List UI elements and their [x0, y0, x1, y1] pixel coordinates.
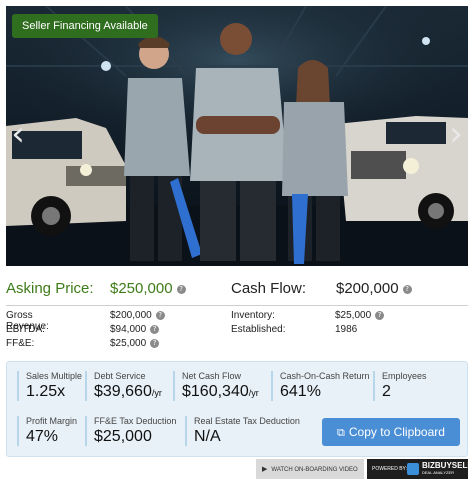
real-estate-tax-label: Real Estate Tax Deduction	[194, 416, 300, 426]
price-summary: Asking Price: $250,000? Cash Flow: $200,…	[6, 272, 468, 306]
ffe-value: $25,000?	[110, 338, 160, 349]
established-label: Established:	[231, 324, 286, 335]
real-estate-tax-value: N/A	[194, 428, 221, 445]
copy-to-clipboard-button[interactable]: ⧉ Copy to Clipboard	[322, 418, 460, 446]
help-icon[interactable]: ?	[150, 324, 160, 334]
debt-service-value: $39,660/yr	[94, 383, 162, 401]
sales-multiple-metric: Sales Multiple 1.25x	[17, 371, 82, 401]
employees-label: Employees	[382, 371, 427, 381]
cash-on-cash-label: Cash-On-Cash Return	[280, 371, 370, 381]
real-estate-tax-metric: Real Estate Tax Deduction N/A	[185, 416, 300, 446]
play-icon: ▶	[262, 465, 268, 473]
video-label: WATCH ON-BOARDING VIDEO	[271, 467, 358, 473]
inventory-label: Inventory:	[231, 310, 275, 321]
debt-service-amount: $39,660	[94, 383, 152, 400]
debt-service-metric: Debt Service $39,660/yr	[85, 371, 162, 401]
employees-value: 2	[382, 383, 391, 400]
powered-label: POWERED BY:	[372, 466, 408, 472]
asking-price-label: Asking Price:	[6, 280, 94, 297]
brand-name: BIZBUYSELL	[422, 461, 473, 470]
profit-margin-label: Profit Margin	[26, 416, 78, 426]
ebitda-label: EBITDA:	[6, 324, 45, 335]
sales-multiple-label: Sales Multiple	[26, 371, 83, 381]
chevron-right-icon[interactable]: ›	[448, 114, 464, 154]
brand-subtitle: DEAL ANALYZER	[422, 470, 455, 475]
ffe-tax-label: FF&E Tax Deduction	[94, 416, 177, 426]
ffe-amount: $25,000	[110, 338, 147, 349]
seller-financing-badge: Seller Financing Available	[12, 14, 158, 38]
cash-flow-label: Cash Flow:	[231, 280, 307, 297]
gross-revenue-value: $200,000?	[110, 310, 165, 321]
garage-photo	[6, 6, 468, 266]
ebitda-amount: $94,000	[110, 324, 147, 335]
debt-service-label: Debt Service	[94, 371, 146, 381]
ffe-label: FF&E:	[6, 338, 35, 349]
cash-on-cash-metric: Cash-On-Cash Return 641%	[271, 371, 370, 401]
deal-metrics-panel: Sales Multiple 1.25x Debt Service $39,66…	[6, 361, 468, 457]
inventory-value: $25,000?	[335, 310, 385, 321]
bizbuysell-logo-icon	[407, 463, 419, 475]
net-cash-flow-amount: $160,340	[182, 383, 249, 400]
cash-flow-amount: $200,000	[336, 280, 399, 297]
powered-by-badge[interactable]: POWERED BY: BIZBUYSELL DEAL ANALYZER	[367, 459, 472, 479]
sales-multiple-value: 1.25x	[26, 383, 66, 400]
gross-revenue-amount: $200,000	[110, 310, 152, 321]
watch-video-button[interactable]: ▶ WATCH ON-BOARDING VIDEO	[256, 459, 364, 479]
net-cash-flow-unit: /yr	[248, 388, 259, 398]
net-cash-flow-value: $160,340/yr	[182, 383, 259, 401]
help-icon[interactable]: ?	[150, 338, 160, 348]
help-icon[interactable]: ?	[375, 310, 385, 320]
asking-price-amount: $250,000	[110, 280, 173, 297]
employees-metric: Employees 2	[373, 371, 427, 401]
net-cash-flow-metric: Net Cash Flow $160,340/yr	[173, 371, 259, 401]
ffe-tax-metric: FF&E Tax Deduction $25,000	[85, 416, 176, 446]
inventory-amount: $25,000	[335, 310, 372, 321]
debt-service-unit: /yr	[151, 388, 162, 398]
ebitda-value: $94,000?	[110, 324, 160, 335]
help-icon[interactable]: ?	[402, 284, 412, 294]
copy-button-label: Copy to Clipboard	[348, 425, 445, 439]
help-icon[interactable]: ?	[155, 310, 165, 320]
listing-photo[interactable]: Seller Financing Available ‹ ›	[6, 6, 468, 266]
ffe-tax-value: $25,000	[94, 428, 152, 445]
net-cash-flow-label: Net Cash Flow	[182, 371, 242, 381]
asking-price-value: $250,000?	[110, 280, 186, 297]
profit-margin-metric: Profit Margin 47%	[17, 416, 77, 446]
chevron-left-icon[interactable]: ‹	[10, 114, 26, 154]
profit-margin-value: 47%	[26, 428, 59, 445]
clipboard-icon: ⧉	[337, 426, 345, 439]
established-value: 1986	[335, 324, 358, 335]
cash-on-cash-value: 641%	[280, 383, 321, 400]
cash-flow-value: $200,000?	[336, 280, 412, 297]
help-icon[interactable]: ?	[176, 284, 186, 294]
